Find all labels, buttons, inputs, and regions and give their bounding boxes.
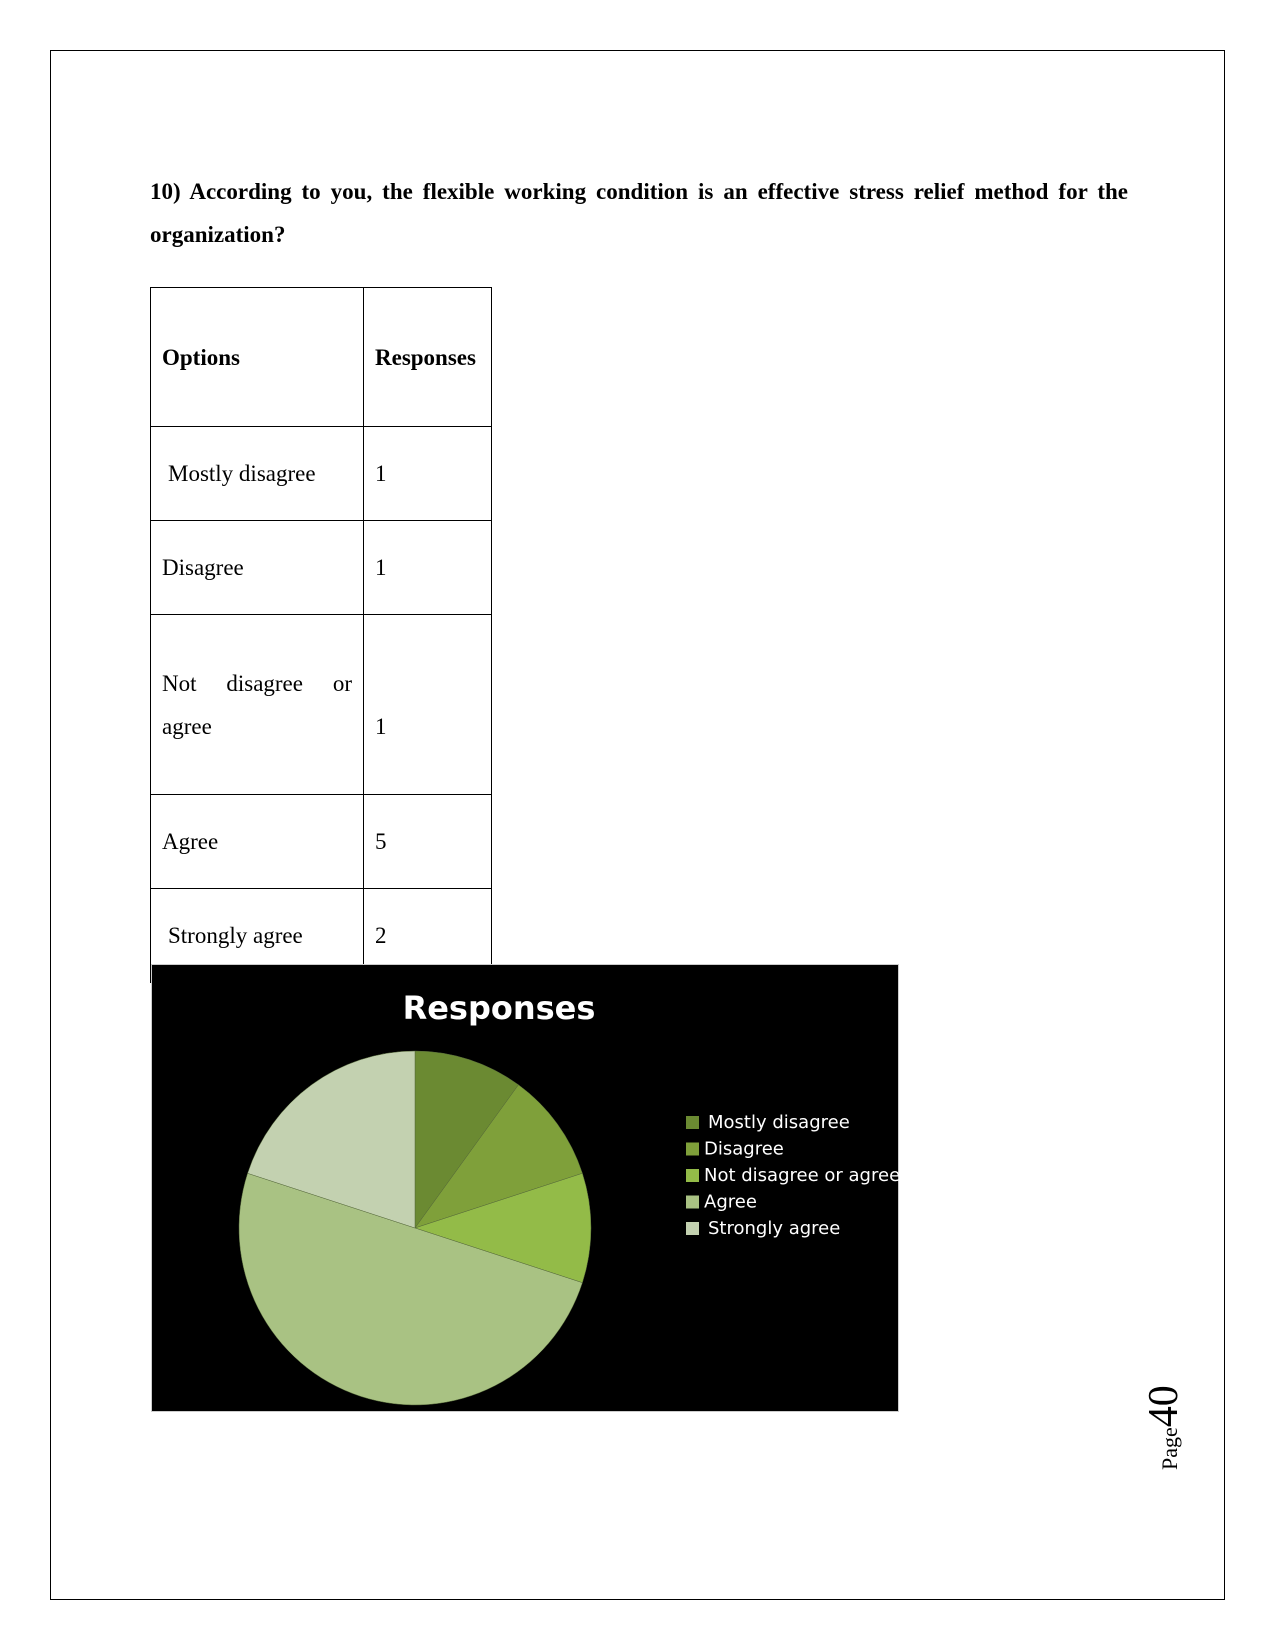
responses-cell: 1 [363,426,492,521]
header-responses: Responses [363,287,492,427]
legend-swatch [686,1169,699,1182]
page-label: Page [1157,1427,1182,1470]
chart-title: Responses [403,989,596,1027]
option-cell: Not disagree or agree [150,614,364,795]
legend-swatch [686,1116,699,1129]
legend-swatch [686,1222,699,1235]
pie-chart: Responses Mostly disagree Disagree Not disa… [151,964,900,1412]
legend-label: Agree [704,1192,757,1213]
page-number: Page40 [1140,1385,1188,1470]
page-number-value: 40 [1141,1385,1187,1428]
responses-table: Options Responses Mostly disagree 1 Disa… [150,287,492,983]
responses-cell: 1 [363,520,492,615]
option-cell: Disagree [150,520,364,615]
header-options: Options [150,287,364,427]
legend-swatch [686,1195,699,1209]
option-cell: Agree [150,794,364,889]
legend-label: Mostly disagree [708,1112,850,1133]
table-row: Disagree 1 [150,520,492,615]
legend-swatch [686,1142,699,1156]
responses-cell: 1 [363,614,492,795]
table-header-row: Options Responses [150,287,492,427]
legend-label: Strongly agree [708,1218,840,1239]
question-heading: 10) According to you, the flexible worki… [150,179,1128,247]
table-row: Mostly disagree 1 [150,426,492,521]
legend-label: Not disagree or agree [704,1165,900,1186]
legend-label: Disagree [704,1139,784,1160]
table-row: Agree 5 [150,794,492,889]
pie-chart-svg: Responses Mostly disagree Disagree Not disa… [238,989,900,1406]
responses-cell: 5 [363,794,492,889]
option-cell: Mostly disagree [150,426,364,521]
table-row: Not disagree or agree 1 [150,614,492,795]
